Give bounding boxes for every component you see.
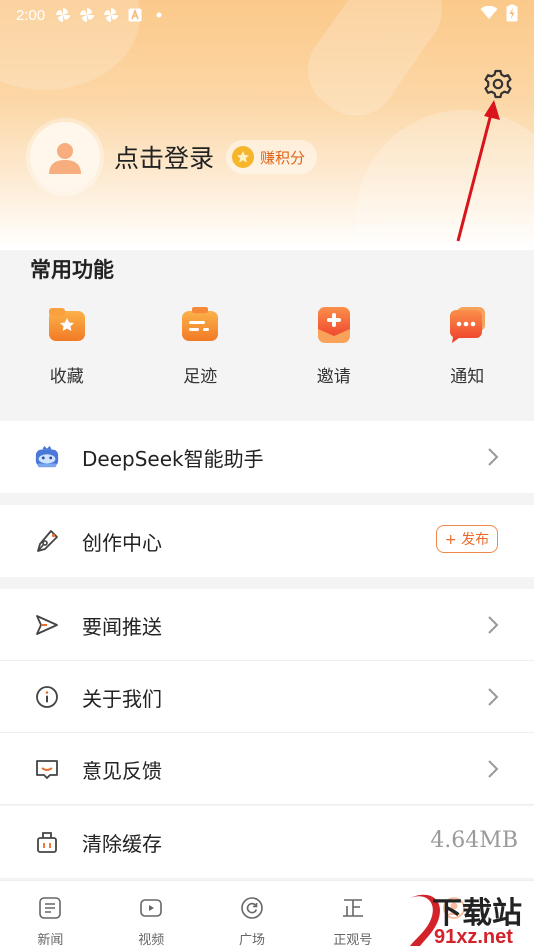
menu-feedback[interactable]: 意见反馈 (0, 733, 534, 805)
menu-news-push[interactable]: 要闻推送 (0, 589, 534, 661)
wifi-icon (480, 5, 498, 24)
function-label: 邀请 (316, 367, 351, 387)
menu-label: DeepSeek智能助手 (82, 446, 264, 471)
favorites-folder-icon (44, 302, 90, 348)
menu-clear-cache[interactable]: 清除缓存 4.64MB (0, 806, 534, 878)
menu-label: 意见反馈 (82, 758, 162, 783)
nav-video[interactable]: 视频 (101, 881, 202, 950)
function-history[interactable]: 足迹 (134, 302, 268, 387)
login-link[interactable]: 点击登录 (114, 139, 214, 175)
section-title: 常用功能 (30, 258, 114, 282)
zhengguan-icon (340, 895, 366, 921)
news-icon (37, 895, 63, 921)
status-time: 2:00 (16, 6, 46, 24)
chevron-right-icon (488, 448, 499, 466)
watermark-url: 91xz.net (434, 926, 513, 948)
earn-points-label: 赚积分 (260, 148, 306, 167)
send-icon (34, 612, 60, 638)
menu-label: 清除缓存 (82, 831, 162, 856)
refresh-circle-icon (239, 895, 265, 921)
gear-icon (482, 68, 514, 104)
history-folder-icon (177, 302, 223, 348)
nav-square[interactable]: 广场 (202, 881, 303, 950)
earn-points-button[interactable]: 赚积分 (226, 140, 318, 174)
chevron-right-icon (488, 616, 499, 634)
menu-creation-center[interactable]: 创作中心 + 发布 (0, 505, 534, 577)
a-badge-icon (127, 7, 143, 23)
menu-deepseek[interactable]: DeepSeek智能助手 (0, 421, 534, 493)
pinwheel-icon (55, 7, 71, 23)
coin-icon (232, 146, 255, 168)
feedback-icon (34, 756, 60, 782)
publish-button[interactable]: + 发布 (436, 525, 498, 553)
status-bar: 2:00 (0, 0, 534, 30)
nav-label: 新闻 (37, 933, 64, 948)
video-icon (138, 895, 164, 921)
pen-icon (34, 528, 60, 554)
avatar[interactable] (30, 122, 100, 192)
menu-label: 关于我们 (82, 686, 162, 711)
function-label: 足迹 (183, 367, 218, 387)
function-notification[interactable]: 通知 (401, 302, 534, 387)
battery-charging-icon (506, 4, 518, 26)
nav-zhengguan[interactable]: 正观号 (302, 881, 403, 950)
dot-icon (151, 7, 167, 23)
notification-chat-icon (444, 302, 490, 348)
settings-button[interactable] (480, 68, 516, 104)
profile-row: 点击登录 赚积分 (30, 122, 318, 192)
pinwheel-icon (103, 7, 119, 23)
menu-label: 创作中心 (82, 530, 162, 555)
chevron-right-icon (488, 688, 499, 706)
nav-label: 正观号 (333, 933, 373, 948)
nav-label: 广场 (238, 933, 265, 948)
menu-about-us[interactable]: 关于我们 (0, 661, 534, 733)
function-label: 收藏 (49, 367, 84, 387)
function-label: 通知 (450, 367, 485, 387)
trash-icon (34, 829, 60, 855)
deepseek-whale-icon (34, 444, 60, 470)
info-icon (34, 684, 60, 710)
function-invite[interactable]: 邀请 (267, 302, 401, 387)
nav-label: 视频 (138, 933, 165, 948)
menu-label: 要闻推送 (82, 614, 162, 639)
pinwheel-icon (79, 7, 95, 23)
chevron-right-icon (488, 760, 499, 778)
invite-plus-icon (311, 302, 357, 348)
nav-news[interactable]: 新闻 (0, 881, 101, 950)
function-favorites[interactable]: 收藏 (0, 302, 134, 387)
common-functions-section: 常用功能 收藏 足迹 邀请 通知 (0, 230, 534, 410)
cache-size-value: 4.64MB (430, 828, 518, 853)
